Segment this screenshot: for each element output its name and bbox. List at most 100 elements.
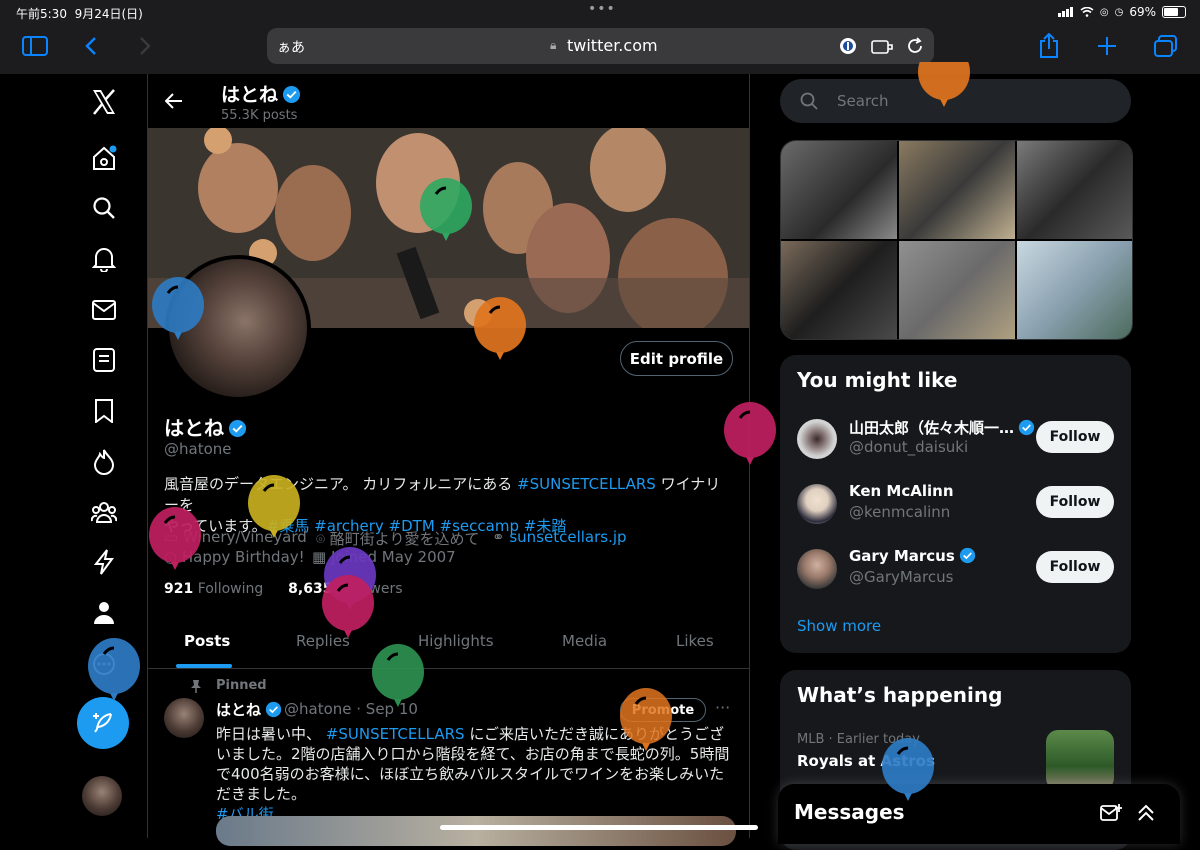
reload-icon[interactable] xyxy=(906,37,924,55)
suggested-user-handle: @kenmcalinn xyxy=(849,503,951,521)
profile-icon[interactable] xyxy=(90,599,118,627)
suggested-user-handle: @donut_daisuki xyxy=(849,438,969,456)
reader-aa-button[interactable]: ぁあ xyxy=(277,37,305,57)
home-icon[interactable] xyxy=(90,144,118,172)
suggested-user-handle: @GaryMarcus xyxy=(849,568,954,586)
you-might-like-panel: You might like 山田太郎（佐々木順一… @donut_daisuk… xyxy=(780,355,1131,653)
tab-likes[interactable]: Likes xyxy=(676,632,714,650)
notifications-icon[interactable] xyxy=(90,245,118,273)
tab-media[interactable]: Media xyxy=(562,632,607,650)
suggested-user-name: Ken McAlinn xyxy=(849,482,954,500)
extensions-icon[interactable] xyxy=(871,37,893,55)
battery-percent: 69% xyxy=(1129,5,1156,19)
location-icon: ◎ xyxy=(1099,6,1109,18)
battery-icon xyxy=(1162,6,1186,18)
balloon-icon xyxy=(322,575,374,638)
suggested-user-name: 山田太郎（佐々木順一… xyxy=(849,417,1035,438)
tweet-more-icon[interactable]: ··· xyxy=(715,698,730,717)
suggested-user[interactable]: 山田太郎（佐々木順一… @donut_daisuki Follow xyxy=(780,407,1131,467)
media-thumbnail[interactable] xyxy=(781,141,897,239)
suggested-user[interactable]: Ken McAlinn @kenmcalinn Follow xyxy=(780,472,1131,532)
verified-badge-icon xyxy=(282,85,301,104)
tab-posts[interactable]: Posts xyxy=(184,632,230,650)
communities-icon[interactable] xyxy=(90,498,118,526)
balloon-icon xyxy=(724,402,776,465)
trend-image[interactable] xyxy=(1046,730,1114,790)
bio-hashtag-link[interactable]: #SUNSETCELLARS xyxy=(517,475,656,493)
pinned-label: Pinned xyxy=(216,678,267,693)
balloon-icon xyxy=(88,638,140,701)
profile-website[interactable]: ⚭ sunsetcellars.jp xyxy=(492,528,627,546)
profile-media-grid xyxy=(780,140,1133,340)
balloon-icon xyxy=(918,62,970,107)
header-profile-name: はとね xyxy=(221,80,301,107)
suggested-user-name: Gary Marcus xyxy=(849,547,976,565)
tweet-author-avatar[interactable] xyxy=(164,698,204,738)
search-nav-icon[interactable] xyxy=(90,194,118,222)
new-message-icon[interactable] xyxy=(1100,803,1122,823)
account-avatar[interactable] xyxy=(82,776,122,816)
pin-icon xyxy=(191,680,201,693)
back-nav-icon[interactable] xyxy=(85,36,97,56)
link-icon: ⚭ xyxy=(492,528,505,546)
x-logo-icon[interactable] xyxy=(90,88,118,116)
tweet-hashtag-link[interactable]: #SUNSETCELLARS xyxy=(326,725,465,743)
expand-up-icon[interactable] xyxy=(1136,803,1156,823)
media-thumbnail[interactable] xyxy=(1017,141,1132,239)
feather-plus-icon xyxy=(93,713,112,733)
profile-handle: @hatone xyxy=(164,440,232,458)
address-bar[interactable]: ぁあ 🔒︎ twitter.com xyxy=(267,28,934,64)
status-bar: 午前5:30 9月24日(日) ••• ◎ ◷ 69% xyxy=(0,0,1200,24)
url-text: twitter.com xyxy=(567,36,658,55)
balloon-icon xyxy=(620,688,672,751)
home-indicator[interactable] xyxy=(440,825,758,830)
premium-bolt-icon[interactable] xyxy=(90,548,118,576)
lock-icon: 🔒︎ xyxy=(550,38,557,52)
balloon-icon xyxy=(152,277,204,340)
search-icon xyxy=(800,92,818,110)
tabs-overview-icon[interactable] xyxy=(1154,35,1178,57)
tweet-author-name[interactable]: はとね xyxy=(216,699,282,720)
communities-flame-icon[interactable] xyxy=(90,448,118,476)
messages-nav-icon[interactable] xyxy=(90,296,118,324)
balloon-icon xyxy=(372,644,424,707)
sidebar-toggle-icon[interactable] xyxy=(22,36,48,56)
active-tab-indicator xyxy=(176,664,232,668)
verified-badge-icon xyxy=(959,547,975,564)
browser-toolbar: ぁあ 🔒︎ twitter.com xyxy=(0,24,1200,74)
forward-nav-icon[interactable] xyxy=(139,36,151,56)
bio-text: 風音屋のデータエンジニア。 カリフォルニアにある xyxy=(164,475,518,493)
balloon-icon xyxy=(420,178,472,241)
panel-title: What’s happening xyxy=(797,683,1003,707)
verified-badge-icon xyxy=(228,419,247,438)
panel-title: You might like xyxy=(797,368,958,392)
edit-profile-button[interactable]: Edit profile xyxy=(620,341,733,376)
show-more-link[interactable]: Show more xyxy=(797,617,881,635)
follow-button[interactable]: Follow xyxy=(1036,551,1114,583)
new-tab-icon[interactable] xyxy=(1097,36,1117,56)
follow-button[interactable]: Follow xyxy=(1036,421,1114,453)
media-thumbnail[interactable] xyxy=(1017,241,1132,339)
status-time: 午前5:30 9月24日(日) xyxy=(16,7,143,21)
bookmarks-icon[interactable] xyxy=(90,397,118,425)
balloon-icon xyxy=(149,507,201,570)
password-extension-icon[interactable] xyxy=(839,37,857,55)
following-link[interactable]: 921 Following xyxy=(164,581,263,597)
suggested-user-avatar[interactable] xyxy=(797,549,837,589)
follow-button[interactable]: Follow xyxy=(1036,486,1114,518)
lists-icon[interactable] xyxy=(90,346,118,374)
messages-drawer[interactable]: Messages xyxy=(778,784,1180,844)
suggested-user-avatar[interactable] xyxy=(797,419,837,459)
back-arrow-icon[interactable] xyxy=(165,93,183,109)
profile-tabs: Posts Replies Highlights Media Likes xyxy=(148,618,749,669)
share-icon[interactable] xyxy=(1039,33,1059,59)
suggested-user[interactable]: Gary Marcus @GaryMarcus Follow xyxy=(780,537,1131,597)
media-thumbnail[interactable] xyxy=(781,241,897,339)
tweet-media-image[interactable] xyxy=(216,816,736,846)
profile-name: はとね xyxy=(164,412,247,441)
signal-icon xyxy=(1057,7,1073,17)
multitask-dots[interactable]: ••• xyxy=(588,1,616,17)
media-thumbnail[interactable] xyxy=(899,241,1015,339)
media-thumbnail[interactable] xyxy=(899,141,1015,239)
suggested-user-avatar[interactable] xyxy=(797,484,837,524)
